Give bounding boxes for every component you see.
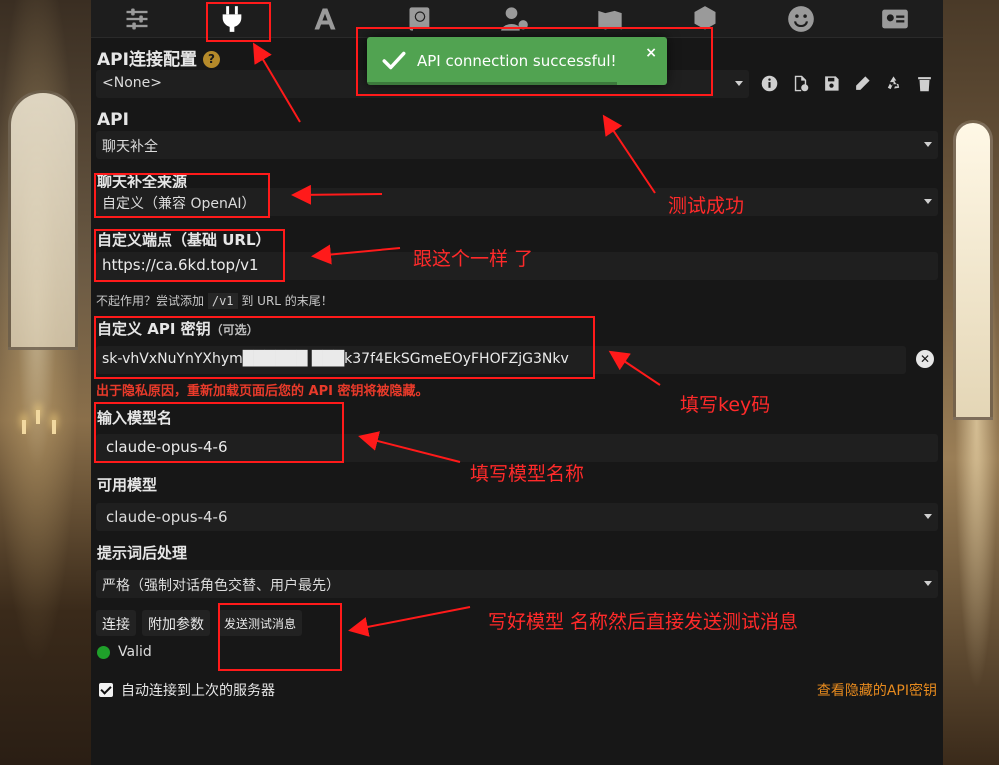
endpoint-note: 不起作用？尝试添加 /v1 到 URL 的末尾！ <box>96 292 333 309</box>
available-models-value: claude-opus-4-6 <box>106 508 228 526</box>
annotation-box-model <box>94 402 344 463</box>
sliders-icon[interactable] <box>121 3 153 35</box>
chevron-down-icon <box>924 514 932 519</box>
annotation-box-toast <box>356 27 713 96</box>
background-candle <box>52 420 56 434</box>
available-models-label: 可用模型 <box>97 476 158 494</box>
status-dot-icon <box>97 645 110 659</box>
auto-connect-label: 自动连接到上次的服务器 <box>121 683 275 699</box>
api-config-title-text: API连接配置 <box>97 50 197 70</box>
pencil-icon[interactable] <box>852 73 873 94</box>
background-candle <box>36 410 40 424</box>
save-icon[interactable] <box>821 73 842 94</box>
background-candle <box>22 420 26 434</box>
chevron-down-icon <box>924 142 932 147</box>
recycle-icon[interactable] <box>883 73 904 94</box>
font-icon[interactable] <box>309 3 341 35</box>
postprocess-label: 提示词后处理 <box>97 544 188 562</box>
annotation-box-source <box>94 173 270 218</box>
connect-button[interactable]: 连接 <box>96 610 136 636</box>
endpoint-note-code: /v1 <box>207 293 238 309</box>
endpoint-note-suffix: 到 URL 的末尾！ <box>241 294 333 308</box>
background-right <box>943 0 999 765</box>
id-card-icon[interactable] <box>879 3 911 35</box>
view-hidden-keys-link[interactable]: 查看隐藏的API密钥 <box>817 680 937 700</box>
background-window <box>953 120 993 420</box>
connection-status: Valid <box>97 644 152 660</box>
endpoint-note-prefix: 不起作用？尝试添加 <box>96 294 205 308</box>
annotation-fill-key: 填写key码 <box>680 394 771 416</box>
annotation-box-send-test <box>218 603 342 671</box>
postprocess-value: 严格（强制对话角色交替、用户最先） <box>102 578 340 594</box>
info-icon[interactable] <box>759 73 780 94</box>
trash-icon[interactable] <box>914 73 935 94</box>
annotation-box-plug <box>206 2 271 42</box>
clear-key-icon[interactable]: ✕ <box>916 350 934 368</box>
auto-connect-checkbox[interactable] <box>99 683 113 697</box>
api-key-warning: 出于隐私原因，重新加载页面后您的 API 密钥将被隐藏。 <box>96 384 429 399</box>
extra-params-button[interactable]: 附加参数 <box>142 610 210 636</box>
chevron-down-icon <box>735 81 743 86</box>
annotation-test-success: 测试成功 <box>668 195 745 217</box>
auto-connect-row[interactable]: 自动连接到上次的服务器 <box>99 680 275 700</box>
annotation-same-as-this: 跟这个一样 了 <box>413 248 534 270</box>
help-icon[interactable]: ? <box>202 51 220 68</box>
api-type-select[interactable]: 聊天补全 <box>96 131 938 159</box>
smiley-icon[interactable] <box>785 3 817 35</box>
chevron-down-icon <box>924 581 932 586</box>
file-add-icon[interactable] <box>790 73 811 94</box>
annotation-send-after: 写好模型 名称然后直接发送测试消息 <box>488 611 799 633</box>
postprocess-select[interactable]: 严格（强制对话角色交替、用户最先） <box>96 570 938 598</box>
status-text: Valid <box>118 644 152 660</box>
annotation-box-endpoint <box>94 229 285 282</box>
chevron-down-icon <box>924 199 932 204</box>
api-type-value: 聊天补全 <box>102 139 158 155</box>
background-window <box>8 90 78 350</box>
api-label: API <box>97 110 129 130</box>
background-left <box>0 0 92 765</box>
api-config-title: API连接配置? <box>97 45 220 70</box>
connection-profile-value: <None> <box>102 75 162 91</box>
profile-toolbar <box>759 73 935 94</box>
annotation-fill-model: 填写模型名称 <box>470 463 585 485</box>
annotation-box-key <box>94 316 595 379</box>
available-models-select[interactable]: claude-opus-4-6 <box>96 503 938 531</box>
